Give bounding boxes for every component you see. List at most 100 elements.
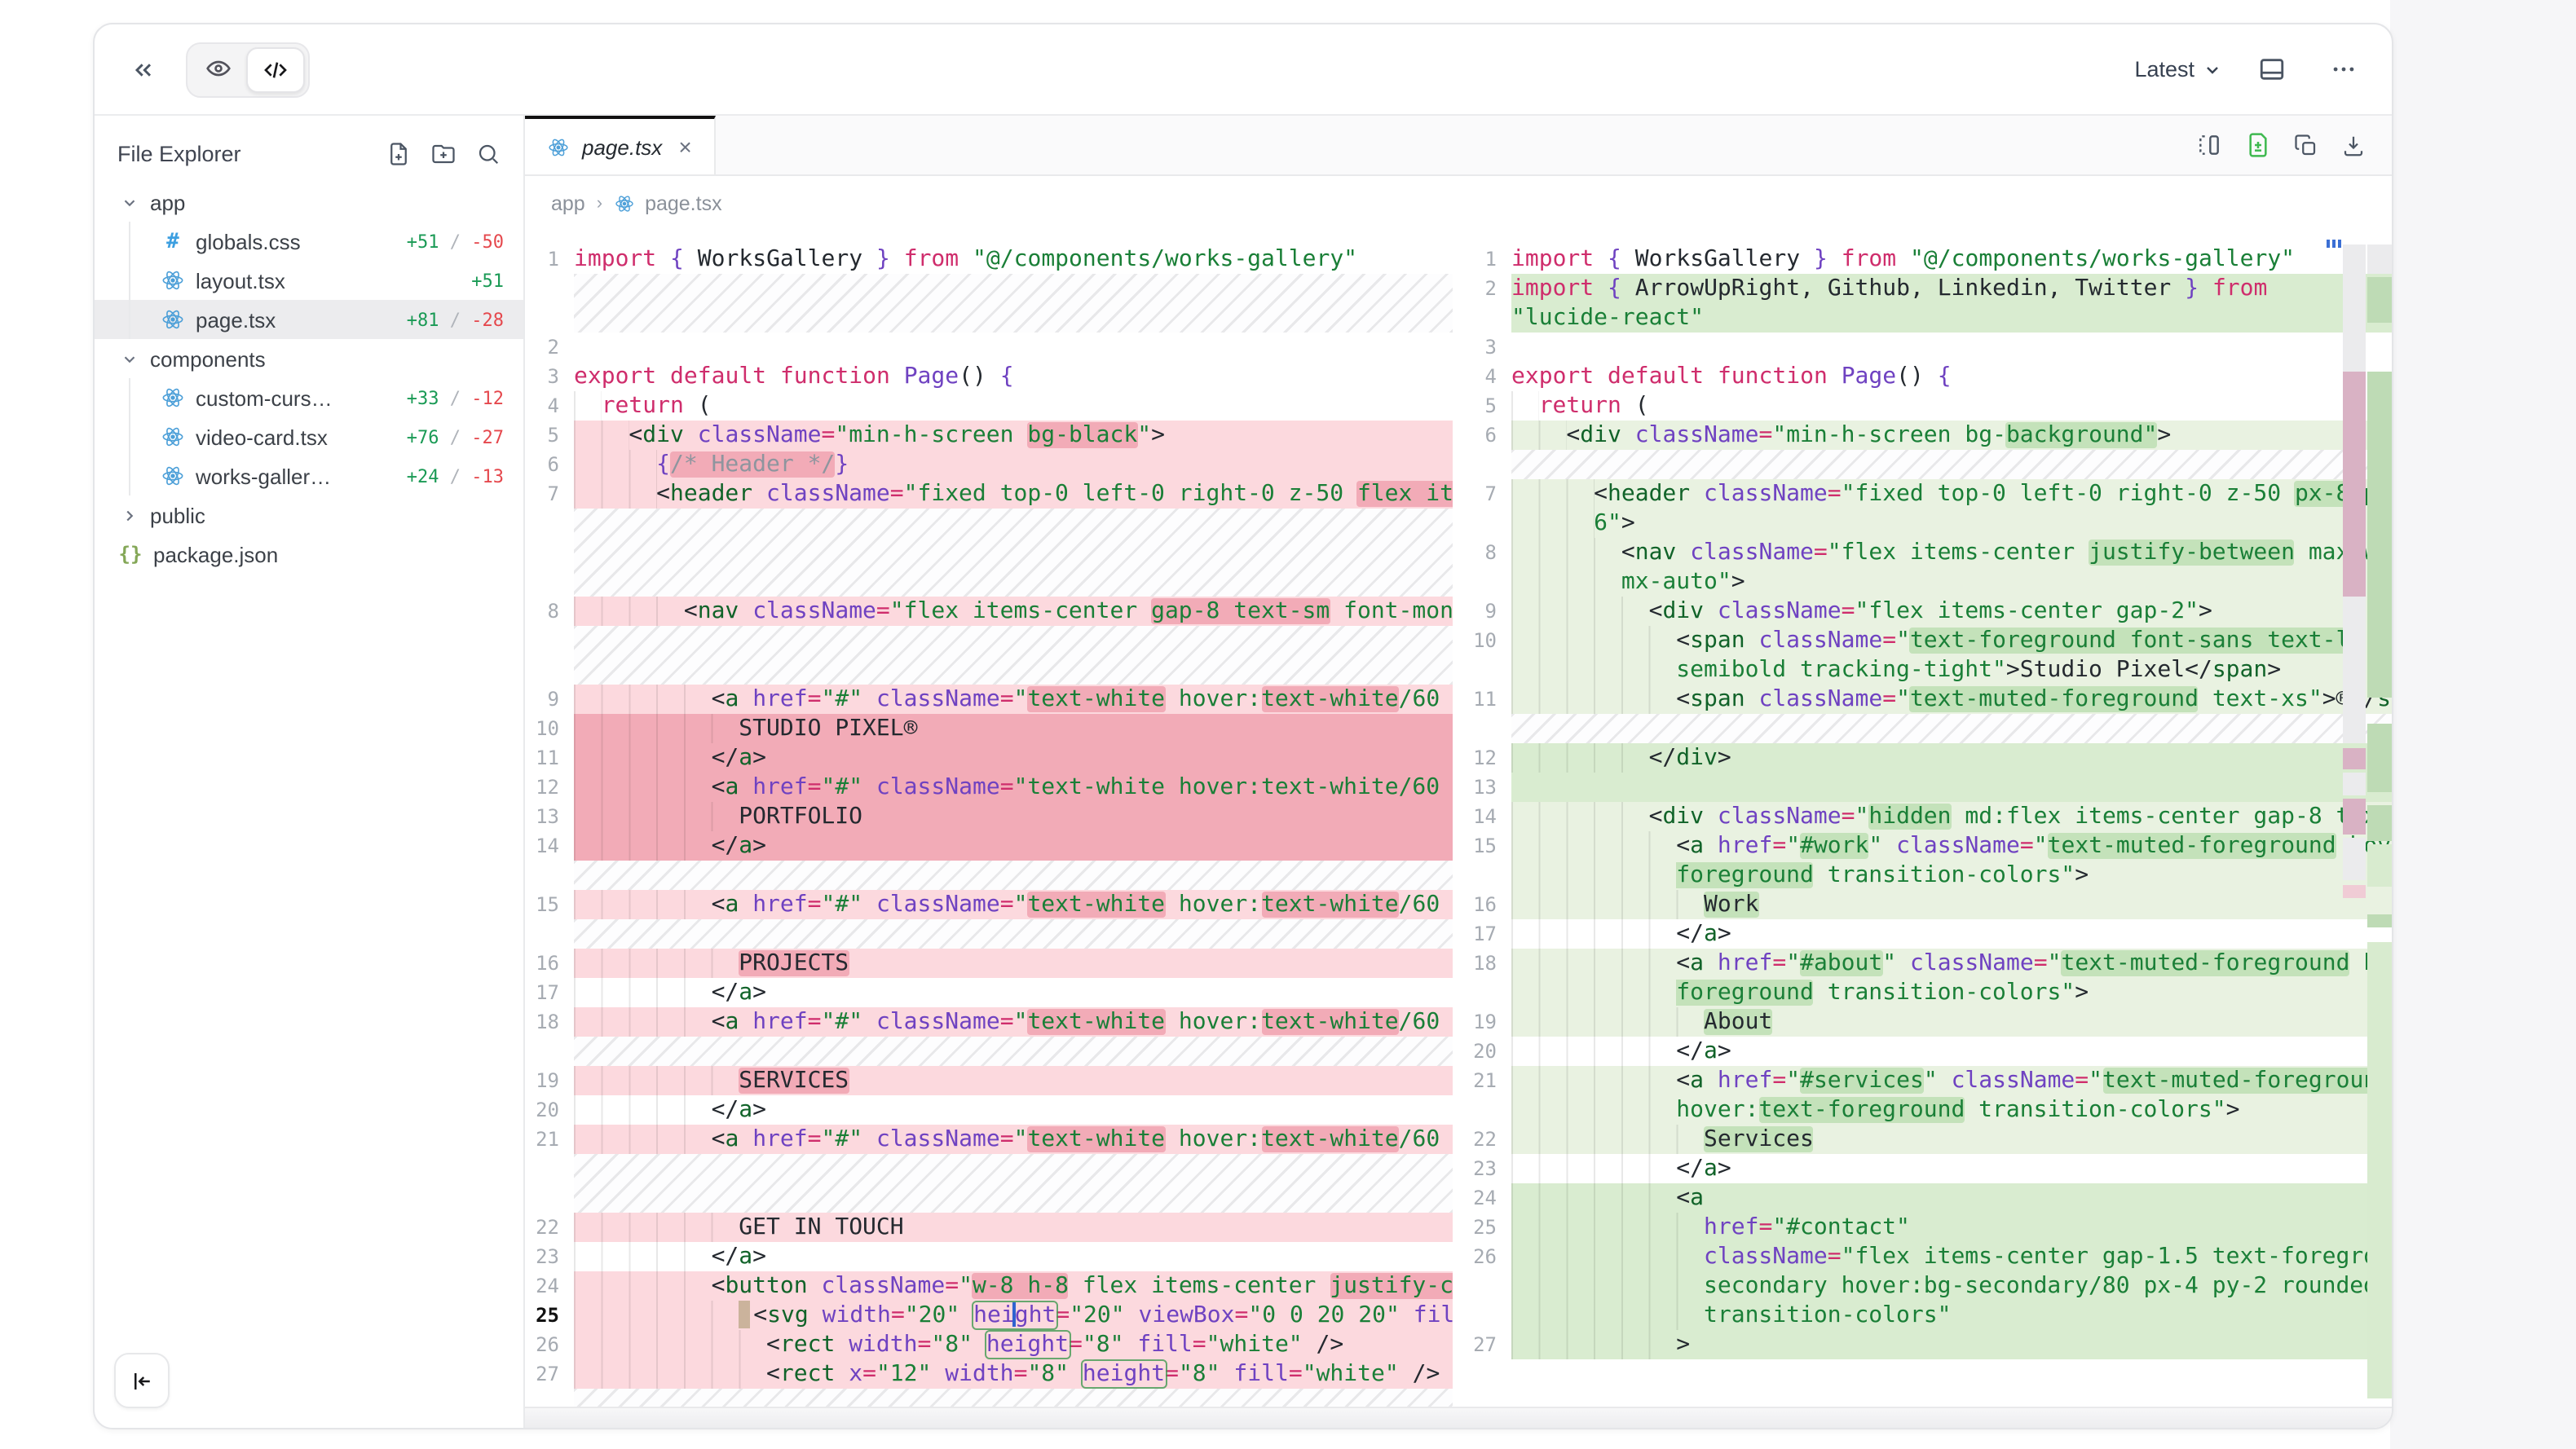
diff-collapsed-region — [574, 861, 1453, 890]
file-plus-icon — [386, 142, 411, 166]
sidebar-file-video-card.tsx[interactable]: video-card.tsx+76 / -27 — [95, 417, 523, 456]
search-files-button[interactable] — [476, 142, 501, 166]
line-number: 18 — [525, 1007, 574, 1037]
line-number: 1 — [1462, 244, 1511, 274]
code-line: 15<a href="#work" className="text-muted-… — [1462, 831, 2392, 890]
sidebar-file-page.tsx[interactable]: page.tsx+81 / -28 — [95, 300, 523, 339]
line-number: 24 — [525, 1271, 574, 1301]
code-line: 12</div> — [1462, 743, 2392, 773]
react-icon — [614, 194, 633, 214]
code-line: 13 — [1462, 773, 2392, 802]
sidebar-folder-app[interactable]: app — [95, 183, 523, 222]
code-line: 23</a> — [1462, 1154, 2392, 1183]
more-options-button[interactable] — [2320, 46, 2366, 92]
code-line: 16Work — [1462, 890, 2392, 919]
code-line: 15<a href="#" className="text-white hove… — [525, 890, 1453, 919]
line-number: 14 — [525, 831, 574, 861]
react-icon — [548, 136, 569, 157]
react-icon — [161, 425, 184, 448]
collapse-sidebar-button[interactable] — [114, 1353, 170, 1408]
new-file-button[interactable] — [386, 142, 411, 166]
file-diff-button[interactable] — [2245, 132, 2271, 158]
breadcrumb-file[interactable]: page.tsx — [645, 192, 722, 215]
line-number: 6 — [1462, 421, 1511, 450]
tab-page-tsx[interactable]: page.tsx × — [525, 116, 717, 174]
code-line: 8<nav className="flex items-center justi… — [1462, 538, 2392, 597]
code-line: 7<header className="fixed top-0 left-0 r… — [1462, 479, 2392, 538]
breadcrumb-root[interactable]: app — [551, 192, 585, 215]
line-number: 2 — [1462, 274, 1511, 333]
panel-bottom-icon — [2257, 55, 2285, 83]
left-pane-scrollbar-thumb[interactable] — [2374, 554, 2389, 629]
split-diff-button[interactable] — [2196, 132, 2222, 158]
sidebar-file-works-galler-[interactable]: works-galler…+24 / -13 — [95, 456, 523, 495]
line-number: 20 — [1462, 1037, 1511, 1066]
line-number: 17 — [525, 978, 574, 1007]
line-number: 19 — [1462, 1007, 1511, 1037]
line-number: 9 — [1462, 597, 1511, 626]
diff-collapsed-region — [574, 1037, 1453, 1066]
code-line: 18<a href="#about" className="text-muted… — [1462, 949, 2392, 1007]
line-number: 1 — [525, 244, 574, 274]
line-number: 5 — [525, 421, 574, 450]
code-line: 27> — [1462, 1330, 2392, 1359]
toolbar-right-group: Latest — [2134, 46, 2366, 92]
sidebar-folder-components[interactable]: components — [95, 339, 523, 378]
download-button[interactable] — [2341, 133, 2366, 157]
file-label: globals.css — [196, 229, 301, 253]
diff-counts: +51 — [471, 270, 523, 291]
diff-collapsed-region — [1511, 450, 2392, 479]
code-icon — [262, 56, 289, 82]
line-number: 2 — [525, 333, 574, 362]
sidebar-file-package.json[interactable]: {}package.json — [95, 535, 523, 574]
sidebar-file-globals.css[interactable]: #globals.css+51 / -50 — [95, 222, 523, 261]
line-number: 26 — [525, 1330, 574, 1359]
line-number: 4 — [1462, 362, 1511, 391]
preview-toggle-button[interactable] — [191, 46, 246, 89]
horizontal-scrollbar-track[interactable] — [525, 1407, 2392, 1428]
file-tree: app #globals.css+51 / -50layout.tsx+51pag… — [95, 183, 523, 574]
panel-bottom-button[interactable] — [2248, 46, 2294, 92]
folder-plus-icon — [430, 142, 457, 166]
eye-icon — [205, 55, 232, 81]
breadcrumb-separator-icon: › — [597, 194, 602, 214]
close-tab-icon[interactable]: × — [678, 134, 691, 160]
code-line: 4return ( — [525, 391, 1453, 421]
code-line: 5<div className="min-h-screen bg-black"> — [525, 421, 1453, 450]
code-toggle-button[interactable] — [246, 46, 305, 92]
version-dropdown[interactable]: Latest — [2134, 57, 2222, 81]
code-line: 2 — [525, 333, 1453, 362]
code-line: 20</a> — [1462, 1037, 2392, 1066]
sidebar-file-custom-curs-[interactable]: custom-curs…+33 / -12 — [95, 378, 523, 417]
file-explorer-sidebar: File Explorer app#globals.css+51 / -50la… — [95, 116, 525, 1428]
code-line: 11</a> — [525, 743, 1453, 773]
code-line: 9<a href="#" className="text-white hover… — [525, 685, 1453, 714]
line-number: 24 — [1462, 1183, 1511, 1213]
code-line: 25<svg width="20" height="20" viewBox="0… — [525, 1301, 1453, 1330]
diff-pane-modified[interactable]: 1import { WorksGallery } from "@/compone… — [1462, 244, 2392, 1407]
line-number: 11 — [1462, 685, 1511, 714]
file-label: app — [150, 190, 185, 214]
file-label: works-galler… — [196, 464, 331, 488]
diff-editor: 1import { WorksGallery } from "@/compone… — [525, 231, 2392, 1428]
new-folder-button[interactable] — [430, 142, 457, 166]
chevron-down-icon — [2203, 59, 2222, 79]
code-line: 3export default function Page() { — [525, 362, 1453, 391]
line-number: 25 — [525, 1301, 574, 1330]
code-line: 25href="#contact" — [1462, 1213, 2392, 1242]
line-number: 27 — [1462, 1330, 1511, 1359]
code-line: 10STUDIO PIXEL® — [525, 714, 1453, 743]
code-line: 26<rect width="8" height="8" fill="white… — [525, 1330, 1453, 1359]
editor-actions — [2196, 116, 2392, 174]
code-line: 24<a — [1462, 1183, 2392, 1213]
diff-pane-original[interactable]: 1import { WorksGallery } from "@/compone… — [525, 244, 1453, 1407]
version-label: Latest — [2134, 57, 2194, 81]
sidebar-file-layout.tsx[interactable]: layout.tsx+51 — [95, 261, 523, 300]
code-line: 6{/* Header */} — [525, 450, 1453, 479]
collapse-panel-button[interactable] — [121, 46, 166, 92]
scrollbar-position-marker — [2327, 240, 2343, 248]
breadcrumb: app › page.tsx — [525, 176, 2392, 231]
sidebar-folder-public[interactable]: public — [95, 495, 523, 535]
copy-button[interactable] — [2294, 133, 2318, 157]
arrow-left-to-line-icon — [130, 1368, 154, 1393]
